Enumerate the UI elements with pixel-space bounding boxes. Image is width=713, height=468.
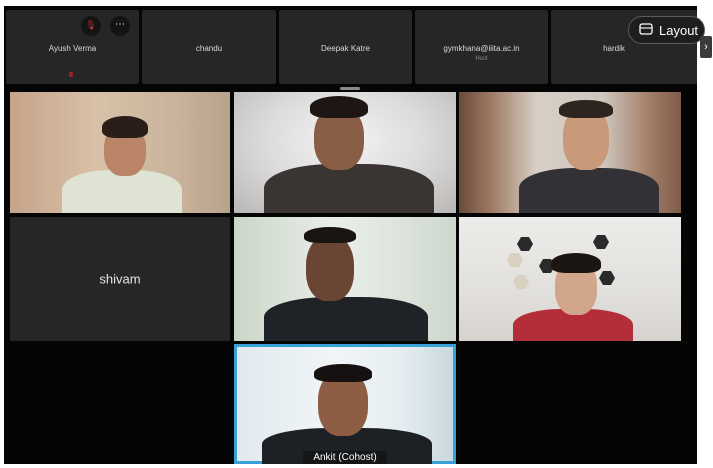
host-label: Host xyxy=(475,56,488,62)
chevron-right-icon[interactable]: › xyxy=(700,36,712,58)
strip-participant-name: Ayush Verma xyxy=(48,44,97,53)
strip-participant-name: Deepak Katre xyxy=(321,44,370,53)
layout-button-label: Layout xyxy=(659,22,699,38)
video-tile[interactable] xyxy=(234,92,456,213)
layout-button[interactable]: Layout xyxy=(628,16,705,44)
more-options-icon[interactable]: ⋯ xyxy=(110,16,130,36)
mic-muted-icon[interactable]: 🎙 xyxy=(81,16,101,36)
video-tile[interactable] xyxy=(459,92,681,213)
strip-participant-chandu[interactable]: chandu xyxy=(142,10,276,84)
video-tile-active-speaker[interactable]: Ankit (Cohost) xyxy=(234,344,456,464)
layout-grid-icon xyxy=(639,22,653,38)
video-tile[interactable] xyxy=(459,217,681,341)
muted-indicator-icon xyxy=(69,72,73,77)
strip-scroll-handle[interactable] xyxy=(340,87,360,90)
strip-participant-name: chandu xyxy=(195,44,223,53)
video-tile[interactable] xyxy=(10,92,230,213)
participant-name: shivam xyxy=(99,271,141,287)
strip-participant-name: hardik xyxy=(603,44,625,53)
strip-participant-ayush[interactable]: 🎙 ⋯ Ayush Verma xyxy=(6,10,139,84)
strip-participant-name: gymkhana@iiita.ac.in xyxy=(443,44,520,53)
video-tile-no-video[interactable]: shivam xyxy=(10,217,230,341)
video-tile[interactable] xyxy=(234,217,456,341)
strip-participant-gymkhana[interactable]: gymkhana@iiita.ac.in Host xyxy=(415,10,548,84)
meeting-window: 🎙 ⋯ Ayush Verma chandu Deepak Katre gymk… xyxy=(4,6,697,464)
strip-participant-deepak[interactable]: Deepak Katre xyxy=(279,10,412,84)
participant-name-label: Ankit (Cohost) xyxy=(303,451,387,464)
